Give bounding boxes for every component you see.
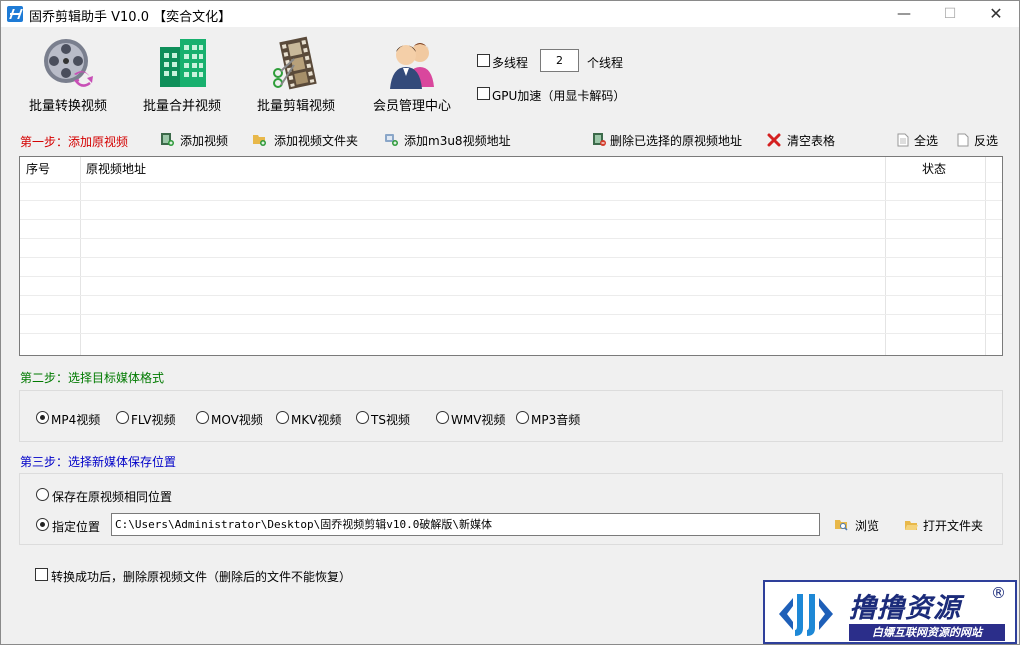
row-divider [20,238,1002,239]
format-label-mov: MOV视频 [211,413,263,427]
watermark-registered: ® [991,584,1006,602]
clear-table-label: 清空表格 [787,134,836,148]
row-divider [20,182,1002,183]
minimize-button[interactable]: — [881,1,927,27]
format-radio-ts[interactable] [356,411,369,424]
row-divider [20,314,1002,315]
format-radio-mkv[interactable] [276,411,289,424]
watermark-banner: 撸撸资源 ® 白嫖互联网资源的网站 [763,580,1017,644]
delete-selected-label: 删除已选择的原视频地址 [610,134,743,148]
add-folder-label: 添加视频文件夹 [274,134,359,148]
open-folder-button[interactable]: 打开文件夹 [904,516,989,534]
thread-unit-label: 个线程 [587,56,624,70]
window-title: 固乔剪辑助手 V10.0 【奕合文化】 [29,10,232,25]
clear-table-button[interactable]: 清空表格 [767,131,839,149]
add-video-label: 添加视频 [180,134,229,148]
row-divider [20,200,1002,201]
batch-edit-button[interactable]: 批量剪辑视频 [241,35,351,115]
open-folder-label: 打开文件夹 [923,519,984,533]
output-path-input[interactable]: C:\Users\Administrator\Desktop\固乔视频剪辑v10… [111,513,820,536]
close-button[interactable]: ✕ [973,1,1019,27]
thread-count-input[interactable]: 2 [540,49,579,72]
watermark-logo-icon [779,594,833,636]
app-logo-icon [7,6,23,22]
select-all-label: 全选 [914,134,939,148]
delete-original-label: 转换成功后，删除原视频文件（删除后的文件不能恢复） [51,570,352,584]
multithread-label: 多线程 [492,56,529,70]
blank-document-icon [957,133,969,147]
app-window: 固乔剪辑助手 V10.0 【奕合文化】 — ☐ ✕ 批量转换视频 批量合并视频 … [0,0,1020,645]
maximize-button[interactable]: ☐ [927,1,973,27]
add-folder-button[interactable]: 添加视频文件夹 [252,131,362,149]
same-location-radio[interactable] [36,488,49,501]
batch-edit-label: 批量剪辑视频 [256,99,335,114]
format-label-mp4: MP4视频 [51,413,101,427]
member-center-label: 会员管理中心 [372,99,451,114]
batch-merge-button[interactable]: 批量合并视频 [127,35,237,115]
video-table[interactable]: 序号 原视频地址 状态 [19,156,1003,356]
same-location-label: 保存在原视频相同位置 [52,490,173,504]
format-label-flv: FLV视频 [131,413,176,427]
document-icon [897,133,909,147]
add-m3u8-label: 添加m3u8视频地址 [404,134,511,148]
format-label-mp3: MP3音频 [531,413,581,427]
column-header-status[interactable]: 状态 [916,157,996,182]
column-divider [985,157,986,355]
browse-button[interactable]: 浏览 [834,516,886,534]
step1-title: 第一步：添加原视频 [20,135,129,149]
column-divider [80,157,81,355]
format-radio-mov[interactable] [196,411,209,424]
row-divider [20,257,1002,258]
add-m3u8-button[interactable]: 添加m3u8视频地址 [384,131,511,149]
row-divider [20,333,1002,334]
red-x-icon [767,133,781,147]
format-label-ts: TS视频 [371,413,410,427]
members-icon [390,43,434,89]
format-radio-mp4[interactable] [36,411,49,424]
step2-title: 第二步：选择目标媒体格式 [20,371,165,385]
format-radio-mp3[interactable] [516,411,529,424]
link-add-icon [385,134,398,146]
step3-title: 第三步：选择新媒体保存位置 [20,455,177,469]
gpu-checkbox[interactable] [477,87,490,100]
film-reel-convert-icon [44,39,93,87]
row-divider [20,276,1002,277]
folder-open-icon [905,521,918,530]
building-merge-icon [160,39,206,87]
film-strip-scissors-icon [273,36,317,90]
film-add-icon [161,133,174,146]
custom-location-label: 指定位置 [52,520,101,534]
row-divider [20,295,1002,296]
batch-convert-label: 批量转换视频 [28,99,107,114]
column-divider [885,157,886,355]
row-divider [20,219,1002,220]
custom-location-radio[interactable] [36,518,49,531]
folder-search-icon [835,520,848,531]
invert-selection-button[interactable]: 反选 [956,131,1006,149]
format-radio-flv[interactable] [116,411,129,424]
member-center-button[interactable]: 会员管理中心 [357,35,467,115]
watermark-subtitle: 白嫖互联网资源的网站 [849,624,1005,641]
invert-selection-label: 反选 [974,134,999,148]
folder-add-icon [253,135,266,146]
column-header-path[interactable]: 原视频地址 [80,157,885,182]
film-delete-icon [593,133,606,146]
batch-convert-button[interactable]: 批量转换视频 [13,35,123,115]
watermark-title: 撸撸资源 [849,593,961,624]
multithread-checkbox[interactable] [477,54,490,67]
format-label-mkv: MKV视频 [291,413,342,427]
delete-original-checkbox[interactable] [35,568,48,581]
format-label-wmv: WMV视频 [451,413,506,427]
delete-selected-button[interactable]: 删除已选择的原视频地址 [592,131,747,149]
select-all-button[interactable]: 全选 [896,131,942,149]
batch-merge-label: 批量合并视频 [142,99,221,114]
add-video-button[interactable]: 添加视频 [160,131,232,149]
title-bar: 固乔剪辑助手 V10.0 【奕合文化】 — ☐ ✕ [1,1,1019,27]
column-header-index[interactable]: 序号 [20,157,80,182]
gpu-label: GPU加速（用显卡解码） [492,89,626,103]
browse-label: 浏览 [855,519,880,533]
format-radio-wmv[interactable] [436,411,449,424]
